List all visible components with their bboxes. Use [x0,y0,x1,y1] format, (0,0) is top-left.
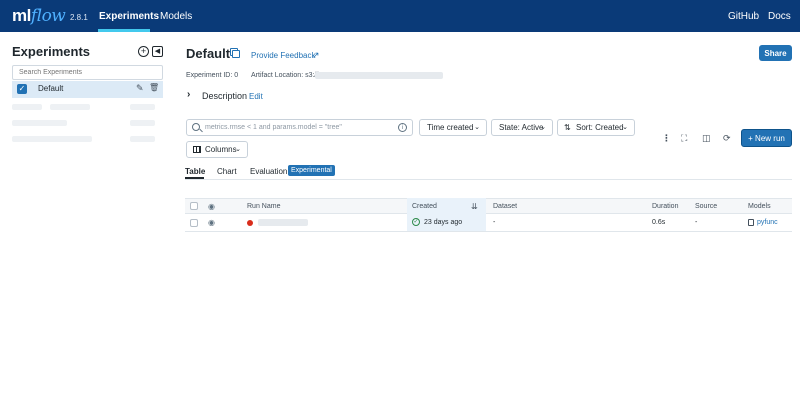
experimental-badge: Experimental [288,165,335,176]
nav-models[interactable]: Models [160,11,192,22]
select-all-checkbox[interactable] [190,202,198,210]
run-duration: 0.6s [652,219,666,226]
redacted-block [50,104,90,110]
model-icon [748,219,754,226]
tab-table[interactable]: Table [185,167,205,176]
top-nav: mlflow 2.8.1 Experiments Models GitHub D… [0,0,800,32]
tab-chart[interactable]: Chart [217,167,237,176]
tab-evaluation[interactable]: Evaluation [250,167,287,176]
run-created: 23 days ago [424,219,463,226]
artifact-location: Artifact Location: s3:// [251,72,319,79]
sort-dropdown[interactable]: ⇅ Sort: Created ⌄ [557,119,635,136]
new-run-button[interactable]: + New run [741,129,792,147]
chevron-down-icon: ⌄ [540,124,546,131]
run-search-input[interactable]: metrics.rmse < 1 and params.model = "tre… [186,119,413,136]
columns-icon [193,146,201,153]
nav-github[interactable]: GitHub [728,11,759,22]
description-edit-link[interactable]: Edit [249,92,263,101]
search-placeholder: metrics.rmse < 1 and params.model = "tre… [205,124,342,131]
redacted-block [130,104,155,110]
external-link-icon[interactable]: ↗ [312,50,320,61]
page-title: Default [186,46,231,61]
redacted-artifact-path [315,72,443,79]
redacted-block [130,136,155,142]
col-dataset[interactable]: Dataset [493,203,517,210]
redacted-run-name[interactable] [258,219,308,226]
experiment-search-input[interactable] [12,65,163,80]
chevron-down-icon: ⌄ [474,124,480,131]
refresh-icon[interactable]: ⟳ [723,133,731,144]
nav-active-indicator [98,29,150,32]
info-icon[interactable]: i [398,123,407,132]
col-created[interactable]: Created [412,203,437,210]
nav-docs[interactable]: Docs [768,11,791,22]
eye-icon[interactable]: ◉ [208,202,215,211]
collapse-sidebar-icon[interactable]: ◀ [152,46,163,57]
sidebar-title: Experiments [12,44,91,59]
col-models[interactable]: Models [748,203,771,210]
redacted-block [12,104,42,110]
add-experiment-icon[interactable]: + [138,46,149,57]
run-model-link[interactable]: pyfunc [757,219,778,226]
redacted-block [12,136,92,142]
col-source[interactable]: Source [695,203,717,210]
sort-desc-icon[interactable]: ⇊ [471,202,478,211]
chevron-down-icon: ⌄ [235,146,241,153]
col-duration[interactable]: Duration [652,203,678,210]
tabs-divider [185,179,792,180]
run-status-failed-icon [247,220,253,226]
sidebar-item-default[interactable]: ✓ Default ✎ 🗑 [12,81,163,98]
chevron-down-icon: ⌄ [622,124,628,131]
copy-icon[interactable] [230,48,240,58]
row-checkbox[interactable] [190,219,198,227]
provide-feedback-link[interactable]: Provide Feedback [251,51,315,60]
eye-icon[interactable]: ◉ [208,218,215,227]
redacted-block [130,120,155,126]
trash-icon[interactable]: 🗑 [149,83,159,92]
mlflow-logo[interactable]: mlflow [12,6,66,26]
sidebar-item-label: Default [38,84,64,93]
nav-experiments[interactable]: Experiments [99,11,159,22]
col-run-name[interactable]: Run Name [247,203,280,210]
version-label: 2.8.1 [70,13,88,22]
check-circle-icon: ✓ [412,218,420,226]
time-created-dropdown[interactable]: Time created ⌄ [419,119,487,136]
sidebar-toggle-icon[interactable]: ◫ [702,133,711,144]
run-dataset: - [493,219,496,226]
redacted-block [12,120,67,126]
run-source: - [695,219,698,226]
pencil-icon[interactable]: ✎ [136,83,144,94]
checkbox-checked-icon[interactable]: ✓ [17,84,27,94]
experiment-id: Experiment ID: 0 [186,72,239,79]
share-button[interactable]: Share [759,45,792,61]
state-dropdown[interactable]: State: Active ⌄ [491,119,553,136]
more-options-icon[interactable]: ⋮ [662,133,671,144]
fullscreen-icon[interactable]: ⛶ [681,133,687,144]
columns-dropdown[interactable]: Columns ⌄ [186,141,248,158]
search-icon [192,123,200,131]
sort-icon: ⇅ [564,123,571,132]
chevron-right-icon[interactable]: › [187,89,190,100]
description-label[interactable]: Description [202,91,247,101]
row-divider [185,231,792,232]
